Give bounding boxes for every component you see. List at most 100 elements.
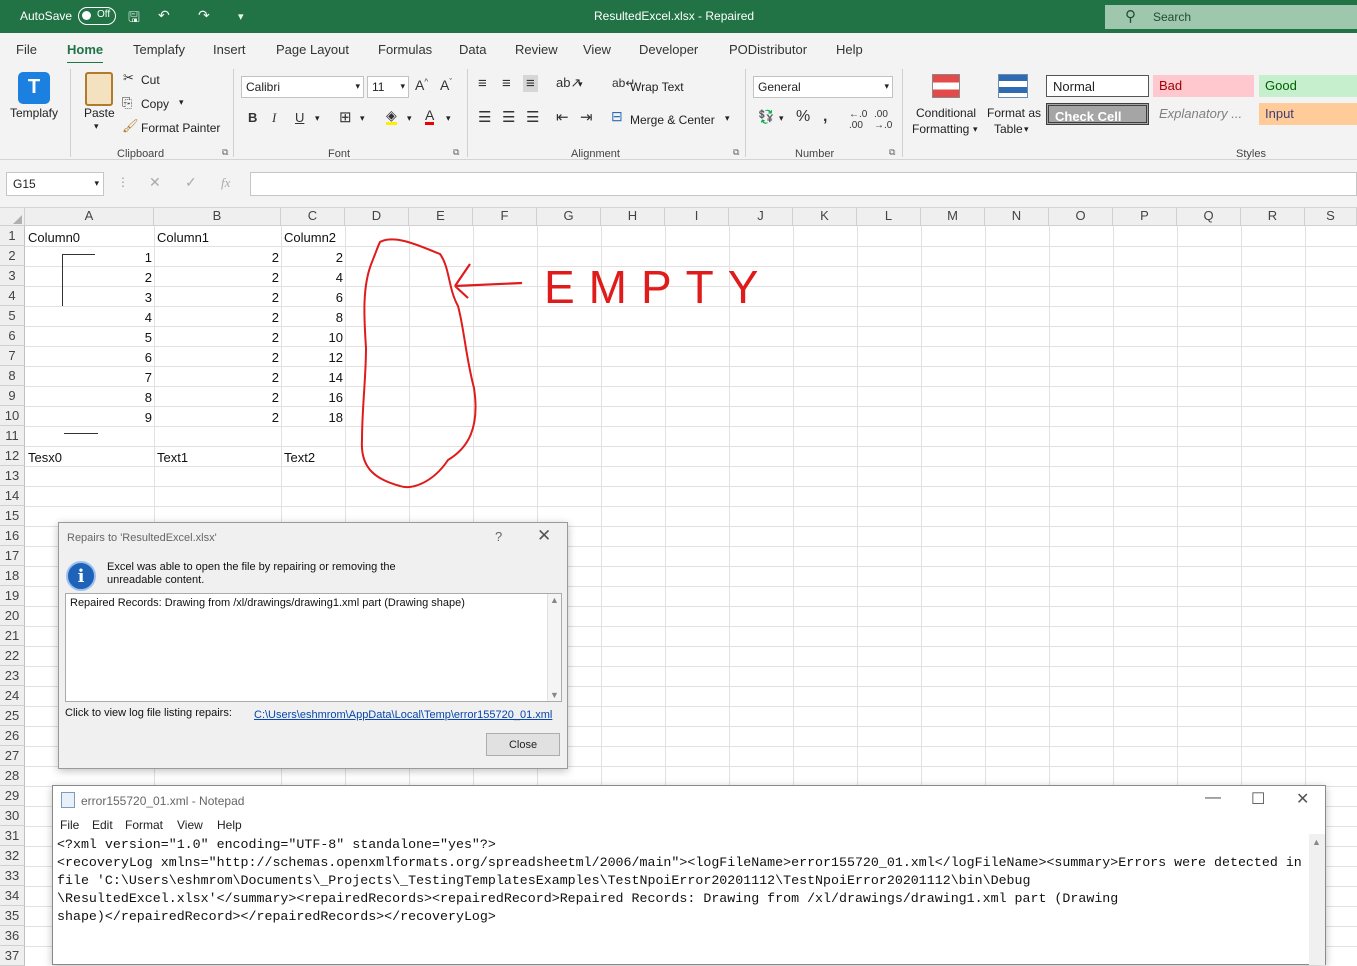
font-color-dropdown-icon[interactable]: ▾ [446, 113, 451, 124]
style-good[interactable]: Good [1259, 75, 1357, 97]
close-icon[interactable]: ✕ [1296, 789, 1309, 809]
row-header[interactable]: 26 [0, 726, 25, 746]
scroll-up-icon[interactable]: ▲ [550, 595, 559, 605]
row-header[interactable]: 18 [0, 566, 25, 586]
search-box[interactable]: ⚲ Search [1105, 5, 1357, 29]
row-header[interactable]: 34 [0, 886, 25, 906]
formula-input[interactable] [250, 172, 1357, 196]
cancel-icon[interactable]: ✕ [149, 174, 161, 191]
tab-podistributor[interactable]: PODistributor [729, 42, 807, 57]
row-header[interactable]: 23 [0, 666, 25, 686]
italic-icon[interactable]: I [272, 110, 276, 126]
close-button[interactable]: Close [486, 733, 560, 756]
repairs-list[interactable]: Repaired Records: Drawing from /xl/drawi… [65, 593, 562, 702]
bold-icon[interactable]: B [248, 110, 257, 125]
orientation-dropdown-icon[interactable]: ▾ [578, 79, 583, 90]
underline-dropdown-icon[interactable]: ▾ [315, 113, 320, 124]
merge-dropdown-icon[interactable]: ▾ [725, 113, 730, 124]
number-format-select[interactable]: General ▾ [753, 76, 893, 98]
style-normal[interactable]: Normal [1046, 75, 1149, 97]
increase-indent-icon[interactable]: ⇥ [580, 108, 593, 126]
row-header[interactable]: 36 [0, 926, 25, 946]
tab-data[interactable]: Data [459, 42, 486, 57]
copy-button[interactable]: Copy [141, 97, 169, 111]
align-top-icon[interactable]: ≡ [478, 75, 487, 92]
comma-style-icon[interactable]: , [823, 108, 827, 126]
decrease-decimal-icon[interactable]: .00 →.0 [874, 109, 892, 131]
decrease-font-size-icon[interactable]: Aˇ [440, 77, 452, 93]
tab-view[interactable]: View [583, 42, 611, 57]
cut-button[interactable]: Cut [141, 73, 160, 87]
percent-icon[interactable]: % [796, 108, 810, 126]
decrease-indent-icon[interactable]: ⇤ [556, 108, 569, 126]
copy-dropdown-icon[interactable]: ▾ [179, 97, 184, 108]
autosave-toggle[interactable]: Off [78, 7, 116, 25]
row-header[interactable]: 15 [0, 506, 25, 526]
row-header[interactable]: 22 [0, 646, 25, 666]
close-icon[interactable]: ✕ [537, 526, 551, 546]
align-right-icon[interactable]: ☰ [526, 108, 539, 126]
align-bottom-icon[interactable]: ≡ [523, 75, 538, 92]
font-name-select[interactable]: Calibri ▾ [241, 76, 364, 98]
row-header[interactable]: 24 [0, 686, 25, 706]
underline-icon[interactable]: U [295, 110, 304, 125]
font-color-icon[interactable]: A [425, 108, 435, 125]
style-check-cell[interactable]: Check Cell [1046, 103, 1149, 125]
minimize-icon[interactable]: — [1205, 789, 1221, 807]
tab-review[interactable]: Review [515, 42, 558, 57]
tab-page-layout[interactable]: Page Layout [276, 42, 349, 57]
tab-insert[interactable]: Insert [213, 42, 246, 57]
help-button[interactable]: ? [495, 529, 502, 544]
customize-quick-access-icon[interactable]: ▾ [238, 10, 244, 23]
row-header[interactable]: 35 [0, 906, 25, 926]
tab-help[interactable]: Help [836, 42, 863, 57]
borders-dropdown-icon[interactable]: ▾ [360, 113, 365, 124]
notepad-menu-file[interactable]: File [60, 818, 79, 832]
row-header[interactable]: 30 [0, 806, 25, 826]
tab-file[interactable]: File [16, 42, 37, 57]
alignment-launcher-icon[interactable]: ⧉ [733, 147, 739, 158]
row-header[interactable]: 19 [0, 586, 25, 606]
font-size-select[interactable]: 11 ▾ [367, 76, 409, 98]
increase-font-size-icon[interactable]: A^ [415, 77, 428, 93]
clipboard-launcher-icon[interactable]: ⧉ [222, 147, 228, 158]
tab-templafy[interactable]: Templafy [133, 42, 185, 57]
borders-icon[interactable]: ⊞ [339, 108, 352, 126]
row-header[interactable]: 25 [0, 706, 25, 726]
save-icon[interactable]: 🖫 [128, 7, 140, 31]
redo-icon[interactable]: ↷ [198, 7, 210, 24]
tab-developer[interactable]: Developer [639, 42, 698, 57]
style-input[interactable]: Input [1259, 103, 1357, 125]
scroll-down-icon[interactable]: ▼ [550, 690, 559, 700]
undo-icon[interactable]: ↶ [158, 7, 170, 24]
merge-center-button[interactable]: Merge & Center [630, 113, 715, 127]
notepad-scrollbar[interactable]: ▲ [1309, 834, 1325, 965]
align-left-icon[interactable]: ☰ [478, 108, 491, 126]
notepad-menu-view[interactable]: View [177, 818, 203, 832]
tab-home[interactable]: Home [67, 42, 104, 65]
accounting-dropdown-icon[interactable]: ▾ [779, 113, 784, 124]
enter-icon[interactable]: ✓ [185, 174, 197, 191]
notepad-menu-edit[interactable]: Edit [92, 818, 113, 832]
wrap-text-button[interactable]: Wrap Text [630, 80, 684, 94]
insert-function-icon[interactable]: fx [221, 175, 230, 191]
row-header[interactable]: 20 [0, 606, 25, 626]
scroll-up-icon[interactable]: ▲ [1312, 837, 1321, 847]
row-header[interactable]: 32 [0, 846, 25, 866]
row-header[interactable]: 28 [0, 766, 25, 786]
repairs-scrollbar[interactable]: ▲ ▼ [547, 594, 561, 701]
maximize-icon[interactable]: ☐ [1251, 789, 1265, 809]
tab-formulas[interactable]: Formulas [378, 42, 432, 57]
row-header[interactable]: 33 [0, 866, 25, 886]
row-header[interactable]: 37 [0, 946, 25, 966]
font-launcher-icon[interactable]: ⧉ [453, 147, 459, 158]
align-middle-icon[interactable]: ≡ [502, 75, 511, 92]
accounting-format-icon[interactable]: 💱 [758, 109, 774, 125]
notepad-text-area[interactable]: <?xml version="1.0" encoding="UTF-8" sta… [57, 836, 1313, 926]
fill-color-dropdown-icon[interactable]: ▾ [407, 113, 412, 124]
row-header[interactable]: 17 [0, 546, 25, 566]
row-header[interactable]: 16 [0, 526, 25, 546]
format-painter-button[interactable]: Format Painter [141, 121, 220, 135]
name-box[interactable]: G15 ▾ [6, 172, 104, 196]
notepad-menu-help[interactable]: Help [217, 818, 242, 832]
